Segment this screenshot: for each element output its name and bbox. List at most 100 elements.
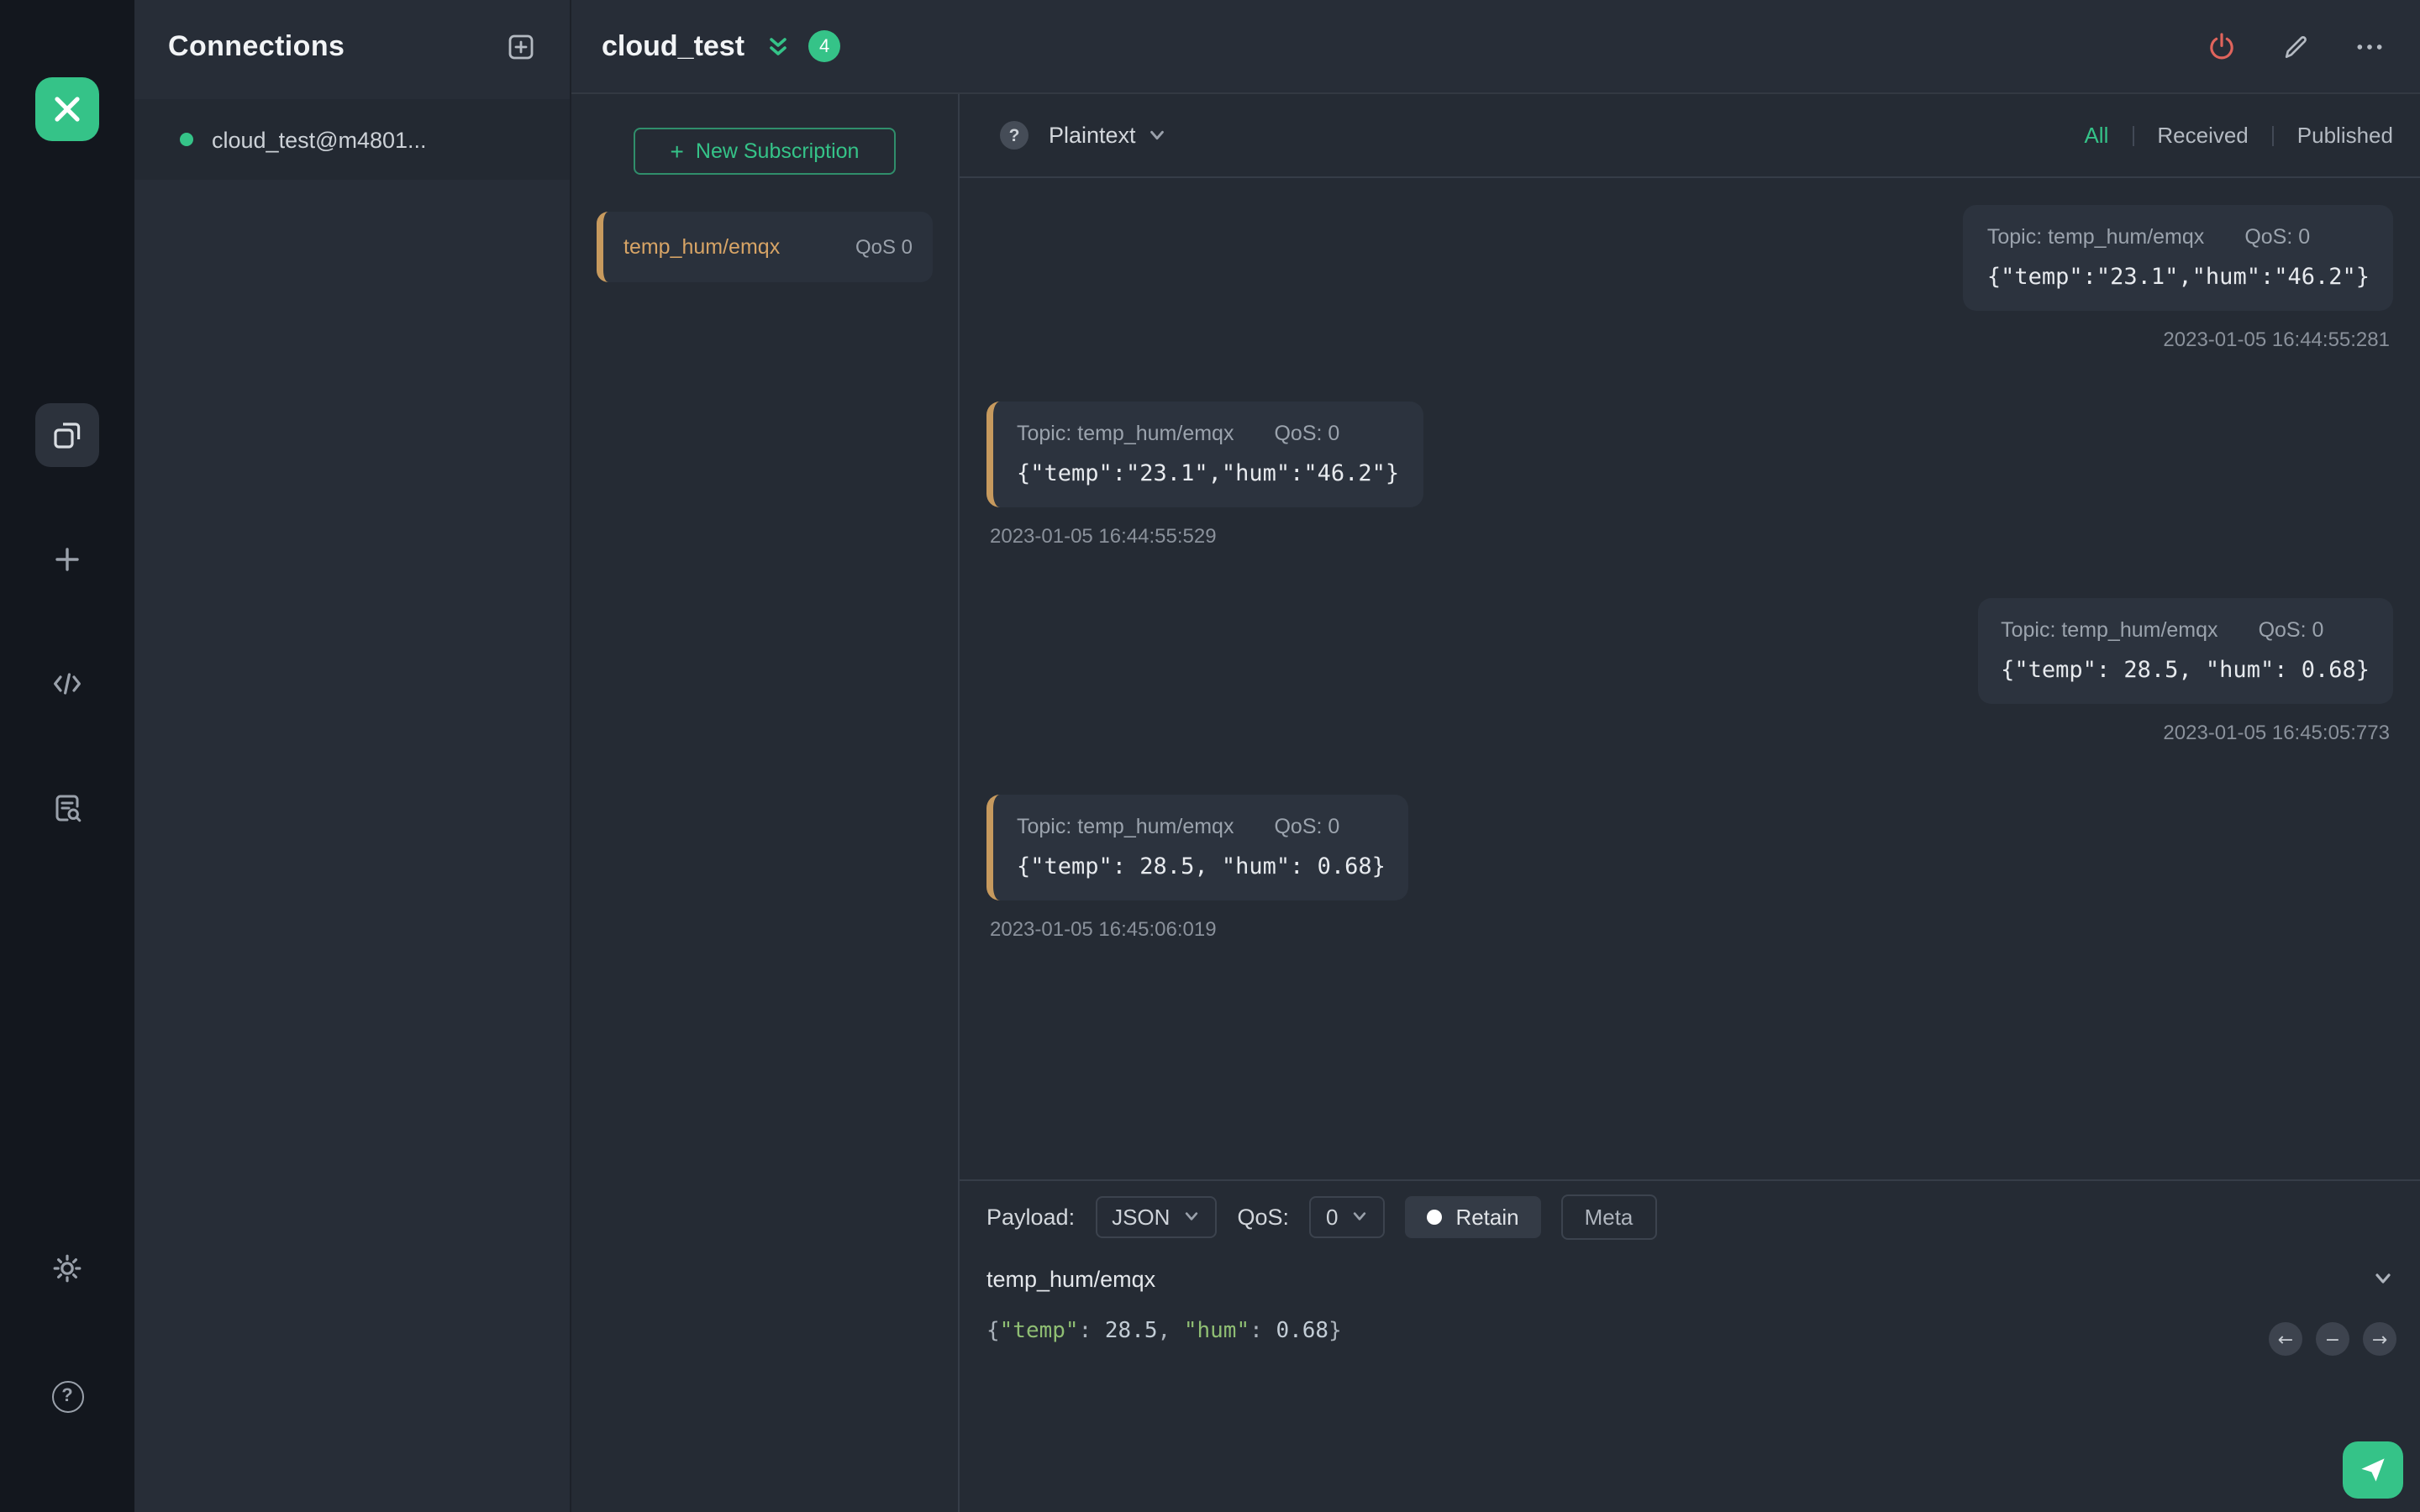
- message-timestamp: 2023-01-05 16:45:06:019: [990, 917, 1217, 941]
- settings-gear-icon[interactable]: [35, 1236, 99, 1300]
- connection-header: cloud_test 4: [571, 0, 2420, 94]
- filter-received[interactable]: Received: [2157, 123, 2248, 148]
- payload-label: Payload:: [986, 1204, 1076, 1229]
- chevron-down-icon: [1150, 130, 1164, 140]
- message-qos: QoS: 0: [2244, 225, 2311, 249]
- message-payload: {"temp": 28.5, "hum": 0.68}: [2001, 657, 2370, 684]
- message-bubble: Topic: temp_hum/emqx QoS: 0 {"temp": 28.…: [1977, 598, 2393, 704]
- message-topic: Topic: temp_hum/emqx: [1986, 225, 2205, 249]
- message-qos: QoS: 0: [1274, 815, 1340, 838]
- subscription-item[interactable]: temp_hum/emqx QoS 0: [597, 212, 933, 282]
- mqttx-app: ? Connections cloud_test@m4801... cloud_…: [0, 0, 2420, 1512]
- message-topic: Topic: temp_hum/emqx: [1017, 815, 1234, 838]
- message-qos: QoS: 0: [2258, 618, 2324, 642]
- topic-row: [960, 1252, 2420, 1305]
- main-area: cloud_test 4 + New Subscription temp_hum…: [571, 0, 2420, 1512]
- history-collapse-button[interactable]: −: [2316, 1322, 2349, 1356]
- connections-title: Connections: [168, 30, 345, 62]
- new-subscription-label: New Subscription: [695, 139, 860, 163]
- mqttx-logo-icon: [35, 77, 99, 141]
- header-actions: [2202, 26, 2390, 66]
- format-help-icon[interactable]: ?: [1000, 121, 1028, 150]
- topic-input[interactable]: [986, 1266, 2360, 1291]
- retain-label: Retain: [1455, 1204, 1519, 1229]
- script-nav-icon[interactable]: [35, 652, 99, 716]
- chevron-double-down-icon[interactable]: [765, 33, 792, 60]
- payload-format-select[interactable]: JSON: [1095, 1195, 1218, 1237]
- message-published: Topic: temp_hum/emqx QoS: 0 {"temp": 28.…: [986, 598, 2393, 744]
- history-prev-button[interactable]: ←: [2269, 1322, 2302, 1356]
- collapse-editor-chevron-icon[interactable]: [2373, 1268, 2393, 1289]
- message-qos: QoS: 0: [1274, 422, 1340, 445]
- message-format-value: Plaintext: [1049, 123, 1136, 148]
- main-body: + New Subscription temp_hum/emqx QoS 0 ?…: [571, 94, 2420, 1512]
- message-meta: Topic: temp_hum/emqx QoS: 0: [1017, 815, 1386, 838]
- message-received: Topic: temp_hum/emqx QoS: 0 {"temp":"23.…: [986, 402, 2393, 548]
- message-timestamp: 2023-01-05 16:44:55:529: [990, 524, 1217, 548]
- subscription-topic: temp_hum/emqx: [623, 235, 781, 259]
- payload-format-value: JSON: [1112, 1204, 1171, 1229]
- filter-separator: [2271, 125, 2274, 145]
- add-connection-button[interactable]: [506, 32, 536, 62]
- history-controls: ← − →: [2269, 1322, 2396, 1356]
- qos-select[interactable]: 0: [1308, 1195, 1386, 1237]
- filter-separator: [2132, 125, 2134, 145]
- message-published: Topic: temp_hum/emqx QoS: 0 {"temp":"23.…: [986, 205, 2393, 351]
- publish-panel: Payload: JSON QoS: 0 Retain Meta temp_hu…: [960, 1179, 2420, 1512]
- meta-button[interactable]: Meta: [1560, 1194, 1657, 1239]
- paper-plane-icon: [2361, 1458, 2385, 1482]
- qos-label: QoS:: [1237, 1204, 1289, 1229]
- message-meta: Topic: temp_hum/emqx QoS: 0: [1017, 422, 1399, 445]
- help-glyph: ?: [51, 1380, 83, 1412]
- filter-all[interactable]: All: [2084, 123, 2108, 148]
- message-meta: Topic: temp_hum/emqx QoS: 0: [2001, 618, 2370, 642]
- qos-value: 0: [1325, 1204, 1339, 1229]
- messages-column: ? Plaintext All Received Published Topic…: [960, 94, 2420, 1512]
- disconnect-power-icon[interactable]: [2202, 26, 2242, 66]
- chevron-down-icon: [1186, 1212, 1198, 1221]
- connection-title: cloud_test: [602, 29, 745, 61]
- retain-dot-icon: [1427, 1209, 1443, 1224]
- subscriptions-panel: + New Subscription temp_hum/emqx QoS 0: [571, 94, 960, 1512]
- chevron-down-icon: [1354, 1212, 1366, 1221]
- connections-panel: Connections cloud_test@m4801...: [134, 0, 571, 1512]
- message-timestamp: 2023-01-05 16:44:55:281: [2163, 328, 2390, 351]
- icon-rail: ?: [0, 0, 134, 1512]
- rail-nav: [35, 403, 99, 840]
- payload-editor-text: {"temp": 28.5, "hum": 0.68}: [986, 1319, 1342, 1344]
- message-received: Topic: temp_hum/emqx QoS: 0 {"temp": 28.…: [986, 795, 2393, 941]
- message-filters: All Received Published: [2084, 123, 2393, 148]
- connection-list-item[interactable]: cloud_test@m4801...: [134, 99, 570, 180]
- new-subscription-button[interactable]: + New Subscription: [634, 128, 896, 175]
- edit-pen-icon[interactable]: [2275, 26, 2316, 66]
- message-bubble: Topic: temp_hum/emqx QoS: 0 {"temp":"23.…: [986, 402, 1423, 507]
- help-icon[interactable]: ?: [35, 1364, 99, 1428]
- message-bubble: Topic: temp_hum/emqx QoS: 0 {"temp": 28.…: [986, 795, 1409, 900]
- send-button[interactable]: [2343, 1441, 2403, 1499]
- message-timestamp: 2023-01-05 16:45:05:773: [2163, 721, 2390, 744]
- message-payload: {"temp": 28.5, "hum": 0.68}: [1017, 853, 1386, 880]
- retain-toggle[interactable]: Retain: [1405, 1195, 1541, 1237]
- connection-status-dot: [180, 133, 193, 146]
- message-count-badge: 4: [808, 30, 841, 62]
- message-meta: Topic: temp_hum/emqx QoS: 0: [1987, 225, 2370, 249]
- connection-name: cloud_test@m4801...: [212, 127, 427, 152]
- new-connection-nav-icon[interactable]: [35, 528, 99, 591]
- message-format-select[interactable]: Plaintext: [1049, 123, 1166, 148]
- history-next-button[interactable]: →: [2363, 1322, 2396, 1356]
- connections-nav-icon[interactable]: [35, 403, 99, 467]
- message-list[interactable]: Topic: temp_hum/emqx QoS: 0 {"temp":"23.…: [960, 178, 2420, 1179]
- message-bubble: Topic: temp_hum/emqx QoS: 0 {"temp":"23.…: [1963, 205, 2393, 311]
- message-topic: Topic: temp_hum/emqx: [1017, 422, 1234, 445]
- log-nav-icon[interactable]: [35, 776, 99, 840]
- payload-editor[interactable]: {"temp": 28.5, "hum": 0.68} ← − →: [960, 1305, 2420, 1512]
- rail-bottom: ?: [35, 1236, 99, 1428]
- connections-header: Connections: [134, 0, 570, 94]
- message-payload: {"temp":"23.1","hum":"46.2"}: [1986, 264, 2370, 291]
- message-topic: Topic: temp_hum/emqx: [2001, 618, 2218, 642]
- filter-published[interactable]: Published: [2297, 123, 2393, 148]
- more-options-icon[interactable]: [2349, 26, 2390, 66]
- messages-toolbar: ? Plaintext All Received Published: [960, 94, 2420, 178]
- subscription-qos: QoS 0: [855, 235, 913, 259]
- plus-icon: +: [670, 138, 684, 165]
